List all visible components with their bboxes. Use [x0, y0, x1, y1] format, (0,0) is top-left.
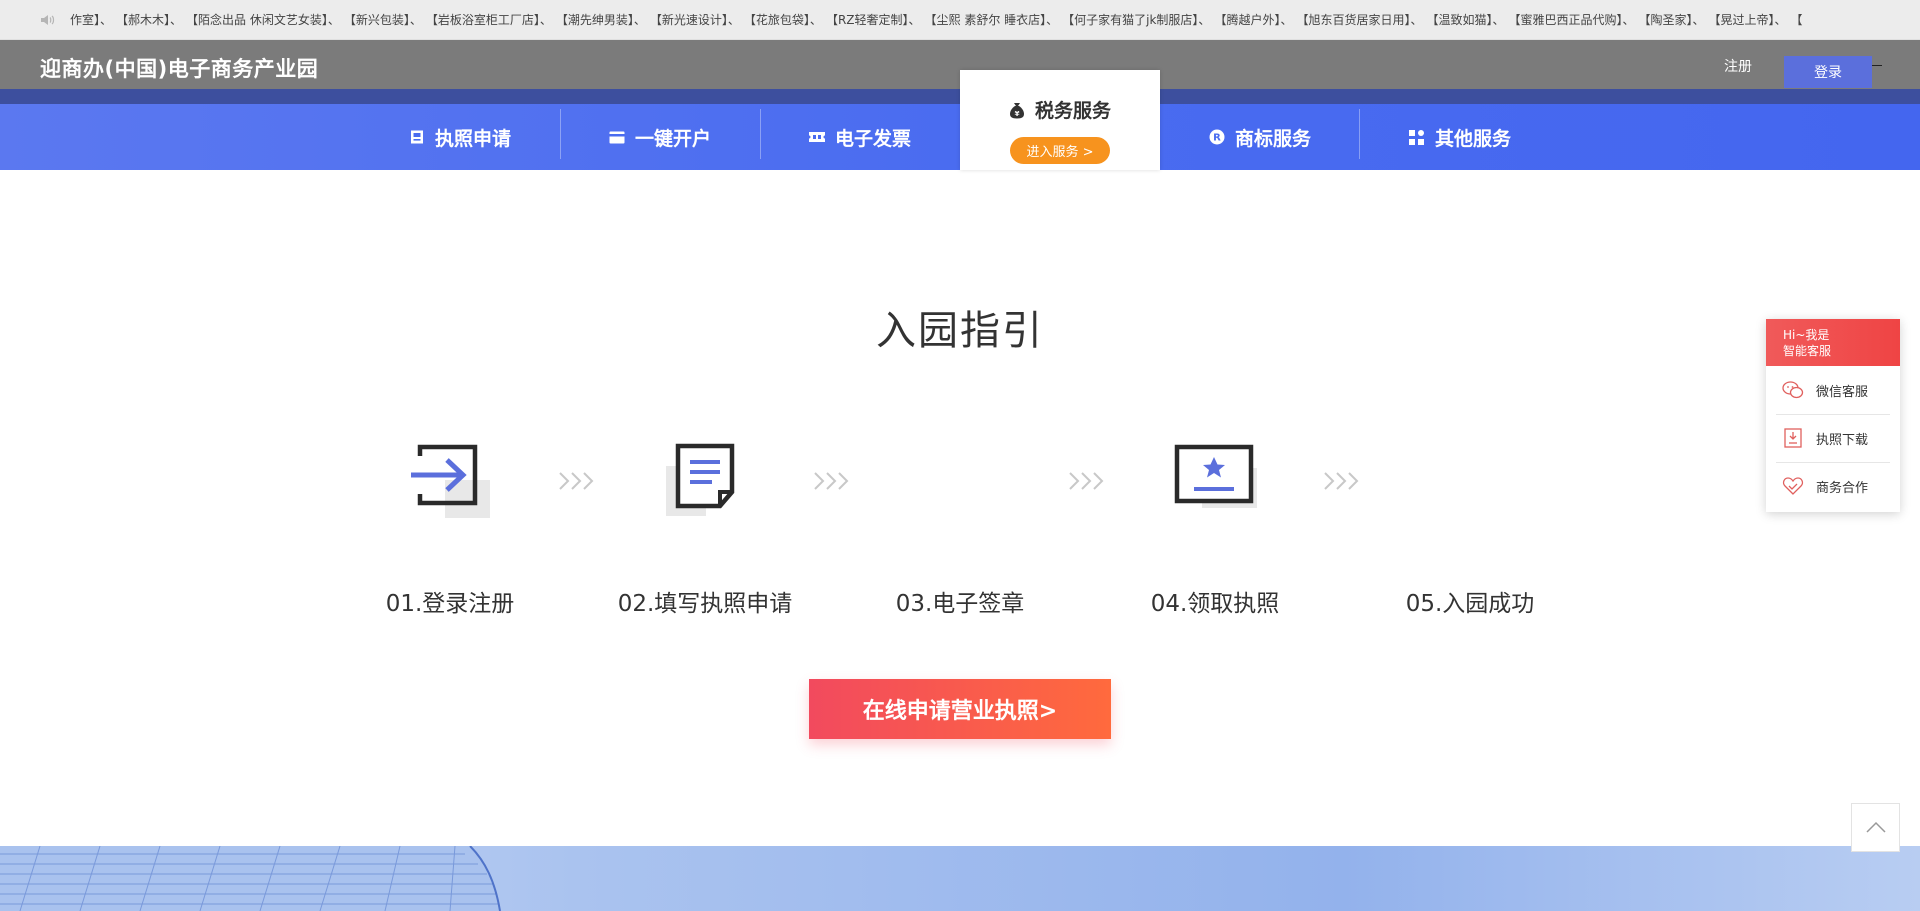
- ticker-item[interactable]: 【旭东百货居家日用】、: [1296, 11, 1422, 28]
- step-arrows-icon: [1323, 470, 1363, 492]
- nav-item-invoice[interactable]: 电子发票: [760, 104, 960, 170]
- header-divider: [1872, 65, 1882, 66]
- login-arrow-icon: [405, 440, 495, 520]
- side-item-label: 商务合作: [1816, 480, 1869, 496]
- nav-label: 其他服务: [1434, 127, 1511, 150]
- announcement-ticker: 作室】、 【郝木木】、 【陌念出品 休闲文艺女装】、 【新兴包装】、 【岩板浴室柜工厂店…: [0, 0, 1920, 40]
- nav-item-trademark[interactable]: R 商标服务: [1160, 104, 1360, 170]
- ticker-item[interactable]: 【新光速设计】、: [650, 11, 740, 28]
- business-cooperation-link[interactable]: 商务合作: [1766, 462, 1900, 510]
- step-label-3: 03.电子签章: [895, 591, 1025, 617]
- login-button[interactable]: 登录: [1784, 56, 1872, 88]
- ticker-item[interactable]: 【何子家有猫了jk制服店】、: [1062, 11, 1210, 28]
- certificate-star-icon: [1172, 440, 1262, 520]
- ticket-icon: [808, 129, 825, 145]
- apply-license-button[interactable]: 在线申请营业执照>: [809, 679, 1111, 739]
- greeting-line-1: Hi~我是: [1783, 328, 1830, 342]
- download-icon: [1782, 428, 1804, 448]
- guide-title: 入园指引: [876, 308, 1044, 354]
- enter-service-button[interactable]: 进入服务 >: [1010, 137, 1110, 164]
- svg-text:R: R: [1213, 133, 1221, 144]
- ticker-item[interactable]: 【: [1791, 11, 1803, 28]
- ticker-item[interactable]: 【晃过上帝】、: [1709, 11, 1787, 28]
- money-bag-icon: ¥: [1009, 102, 1025, 118]
- ticker-item[interactable]: 【新兴包装】、: [344, 11, 422, 28]
- speaker-icon: [40, 13, 56, 27]
- ticker-item[interactable]: 【岩板浴室柜工厂店】、: [426, 11, 552, 28]
- step-label-2: 02.填写执照申请: [617, 591, 793, 617]
- ticker-item[interactable]: 【花旅包袋】、: [744, 11, 822, 28]
- assistant-greeting[interactable]: Hi~我是 智能客服: [1766, 319, 1900, 366]
- ticker-item[interactable]: 【陶圣家】、: [1639, 11, 1705, 28]
- step-label-4: 04.领取执照: [1150, 591, 1280, 617]
- license-icon: [409, 129, 425, 145]
- ticker-item[interactable]: 作室】、: [70, 11, 112, 28]
- greeting-line-2: 智能客服: [1783, 344, 1832, 358]
- bottom-banner-image: [0, 846, 1920, 911]
- step-label-1: 01.登录注册: [385, 591, 515, 617]
- nav-item-account[interactable]: 一键开户: [560, 104, 760, 170]
- back-to-top-button[interactable]: [1851, 803, 1900, 852]
- ticker-item[interactable]: 【潮先绅男装】、: [556, 11, 646, 28]
- chevron-up-icon: [1865, 818, 1886, 837]
- step-label-5: 05.入园成功: [1405, 591, 1535, 617]
- license-download-link[interactable]: 执照下载: [1766, 414, 1900, 462]
- ticker-item[interactable]: 【RZ轻奢定制】、: [826, 11, 921, 28]
- ticker-item[interactable]: 【蜜雅巴西正品代购】、: [1508, 11, 1634, 28]
- registered-icon: R: [1209, 129, 1225, 145]
- side-item-label: 执照下载: [1816, 432, 1869, 448]
- ticker-item[interactable]: 【腾越户外】、: [1214, 11, 1292, 28]
- nav-label: 一键开户: [634, 127, 711, 150]
- nav-item-other[interactable]: 其他服务: [1360, 104, 1560, 170]
- nav-label: 商标服务: [1234, 127, 1311, 150]
- nav-label: 税务服务: [1034, 100, 1111, 122]
- ticker-item[interactable]: 【尘熙 素舒尔 睡衣店】、: [925, 11, 1059, 28]
- side-item-label: 微信客服: [1816, 384, 1869, 400]
- ticker-item[interactable]: 【温致如猫】、: [1426, 11, 1504, 28]
- ticker-item[interactable]: 【陌念出品 休闲文艺女装】、: [186, 11, 340, 28]
- ticker-item[interactable]: 【郝木木】、: [116, 11, 182, 28]
- step-arrows-icon: [558, 470, 598, 492]
- nav-label: 电子发票: [834, 127, 911, 150]
- wechat-service-link[interactable]: 微信客服: [1766, 366, 1900, 414]
- register-link[interactable]: 注册: [1712, 54, 1764, 78]
- card-icon: [609, 129, 625, 145]
- step-arrows-icon: [813, 470, 853, 492]
- grid-icon: [1409, 129, 1425, 145]
- nav-label: 执照申请: [434, 127, 511, 150]
- site-title: 迎商办(中国)电子商务产业园: [40, 57, 319, 81]
- svg-text:¥: ¥: [1015, 110, 1020, 118]
- step-arrows-icon: [1068, 470, 1108, 492]
- handshake-heart-icon: [1782, 476, 1804, 496]
- nav-active-label-row: ¥ 税务服务: [1009, 96, 1111, 123]
- document-icon: [662, 440, 752, 520]
- wechat-icon: [1782, 380, 1804, 400]
- nav-item-license[interactable]: 执照申请: [360, 104, 560, 170]
- ticker-items: 作室】、 【郝木木】、 【陌念出品 休闲文艺女装】、 【新兴包装】、 【岩板浴室柜工厂店…: [70, 11, 1807, 28]
- customer-service-widget: Hi~我是 智能客服 微信客服 执照下载 商务合作: [1766, 319, 1900, 512]
- nav-item-tax[interactable]: ¥ 税务服务 进入服务 >: [960, 70, 1160, 170]
